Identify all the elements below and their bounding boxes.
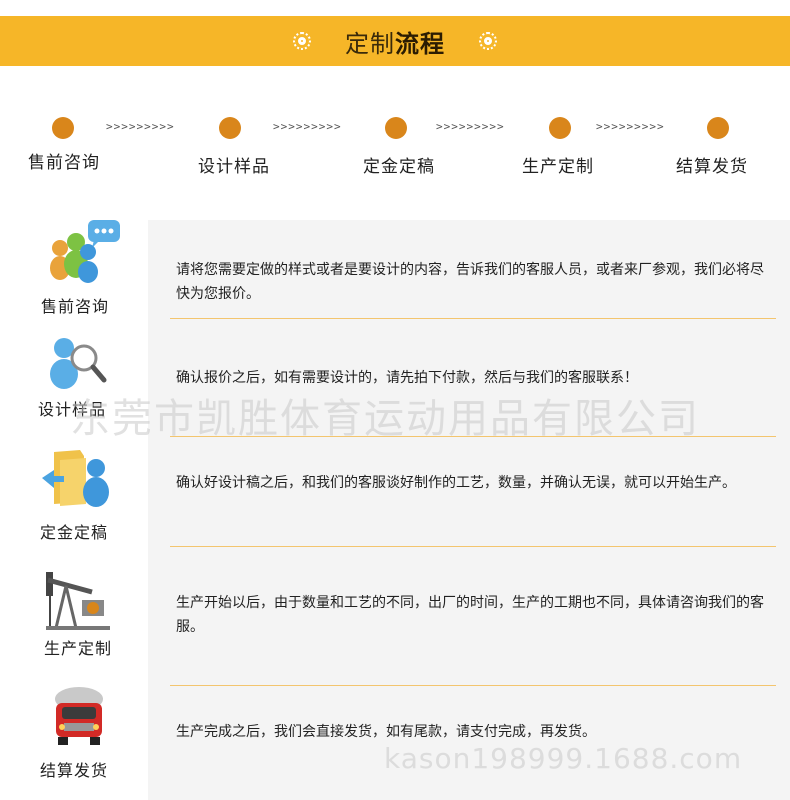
- step-label: 生产定制: [522, 157, 594, 177]
- page-title: 定制流程: [345, 29, 445, 58]
- row-label: 售前咨询: [41, 297, 110, 316]
- step-arrows: >>>>>>>>>: [436, 120, 505, 133]
- row-label: 设计样品: [38, 400, 107, 419]
- divider: [170, 436, 776, 437]
- row-description: 生产完成之后，我们会直接发货，如有尾款，请支付完成，再发货。: [176, 724, 596, 740]
- step-dot-icon: [385, 117, 407, 139]
- row-label: 结算发货: [40, 761, 109, 780]
- divider: [170, 546, 776, 547]
- row-description: 请将您需要定做的样式或者是要设计的内容，告诉我们的客服人员，或者来厂参观，我们必…: [176, 262, 764, 302]
- step-arrows: >>>>>>>>>: [273, 120, 342, 133]
- step-arrows: >>>>>>>>>: [596, 120, 665, 133]
- step-label: 结算发货: [676, 157, 748, 177]
- step-dot-icon: [549, 117, 571, 139]
- step-label: 定金定稿: [363, 157, 435, 177]
- step-label: 售前咨询: [28, 153, 100, 173]
- chat-people-icon: [48, 218, 122, 288]
- step-dot-icon: [52, 117, 74, 139]
- truck-icon: [50, 683, 108, 753]
- folder-person-icon: [40, 446, 116, 514]
- divider: [170, 685, 776, 686]
- step-label: 设计样品: [198, 157, 270, 177]
- search-person-icon: [46, 334, 108, 394]
- row-label: 生产定制: [44, 639, 113, 658]
- row-description: 确认报价之后，如有需要设计的，请先拍下付款，然后与我们的客服联系！: [176, 370, 638, 386]
- step-dot-icon: [219, 117, 241, 139]
- content-panel: [148, 220, 790, 800]
- process-steps: >>>>>>>>> >>>>>>>>> >>>>>>>>> >>>>>>>>> …: [0, 112, 790, 182]
- row-description: 生产开始以后，由于数量和工艺的不同，出厂的时间，生产的工期也不同，具体请咨询我们…: [176, 595, 764, 635]
- ring-right-icon: [479, 32, 497, 50]
- step-dot-icon: [707, 117, 729, 139]
- row-description: 确认好设计稿之后，和我们的客服谈好制作的工艺，数量，并确认无误，就可以开始生产。: [176, 475, 736, 491]
- ring-left-icon: [293, 32, 311, 50]
- header-banner: 定制流程: [0, 16, 790, 66]
- pump-jack-icon: [42, 570, 114, 636]
- row-label: 定金定稿: [40, 523, 109, 542]
- divider: [170, 318, 776, 319]
- step-arrows: >>>>>>>>>: [106, 120, 175, 133]
